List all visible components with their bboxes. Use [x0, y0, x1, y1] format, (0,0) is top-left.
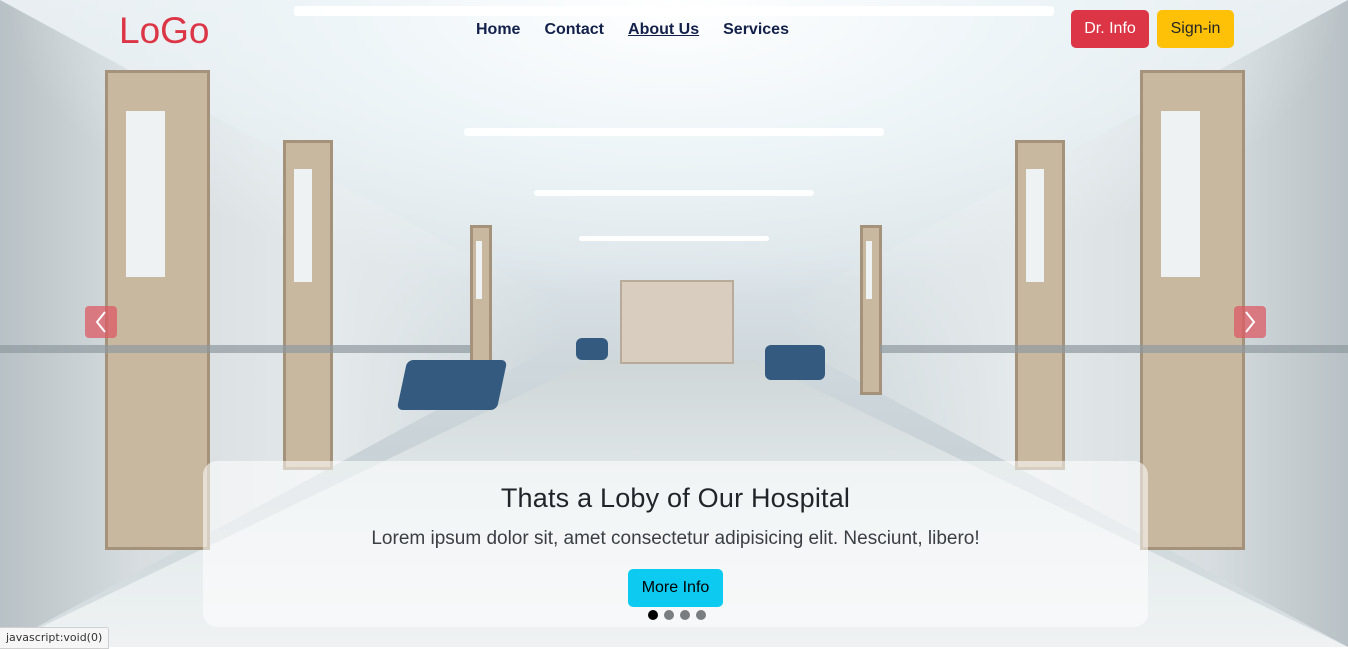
waiting-bench	[765, 345, 825, 380]
carousel-indicator-1[interactable]	[648, 610, 658, 620]
carousel-caption: Thats a Loby of Our Hospital Lorem ipsum…	[203, 461, 1148, 627]
nav-link-contact[interactable]: Contact	[544, 19, 604, 41]
door	[860, 225, 882, 395]
wall-rail	[0, 345, 470, 353]
sign-in-button[interactable]: Sign-in	[1157, 10, 1234, 48]
carousel-indicator-4[interactable]	[696, 610, 706, 620]
nav-link-services[interactable]: Services	[723, 19, 789, 41]
status-bar-url: javascript:void(0)	[0, 627, 110, 649]
ceiling-light	[579, 236, 769, 241]
logo[interactable]: LoGo	[119, 9, 210, 53]
carousel-indicators	[648, 610, 706, 620]
more-info-button[interactable]: More Info	[628, 569, 723, 607]
dr-info-button[interactable]: Dr. Info	[1071, 10, 1149, 48]
ceiling-light	[464, 128, 884, 136]
nav-link-home[interactable]: Home	[476, 19, 520, 41]
waiting-bench	[576, 338, 608, 360]
corridor-end-wall	[620, 280, 734, 364]
carousel-prev-button[interactable]	[85, 306, 117, 338]
ceiling-light	[534, 190, 814, 196]
door	[105, 70, 210, 550]
caption-text: Lorem ipsum dolor sit, amet consectetur …	[371, 528, 980, 549]
wall-rail	[880, 345, 1348, 353]
chevron-left-icon	[95, 311, 106, 333]
caption-title: Thats a Loby of Our Hospital	[500, 483, 851, 513]
door	[283, 140, 333, 470]
main-nav: Home Contact About Us Services	[476, 19, 813, 41]
carousel-indicator-2[interactable]	[664, 610, 674, 620]
nav-link-about-us[interactable]: About Us	[628, 19, 699, 41]
waiting-bench	[396, 360, 508, 410]
door	[1140, 70, 1245, 550]
chevron-right-icon	[1245, 311, 1256, 333]
navbar: LoGo Home Contact About Us Services Dr. …	[0, 0, 1348, 60]
carousel-next-button[interactable]	[1234, 306, 1266, 338]
carousel-indicator-3[interactable]	[680, 610, 690, 620]
door	[1015, 140, 1065, 470]
